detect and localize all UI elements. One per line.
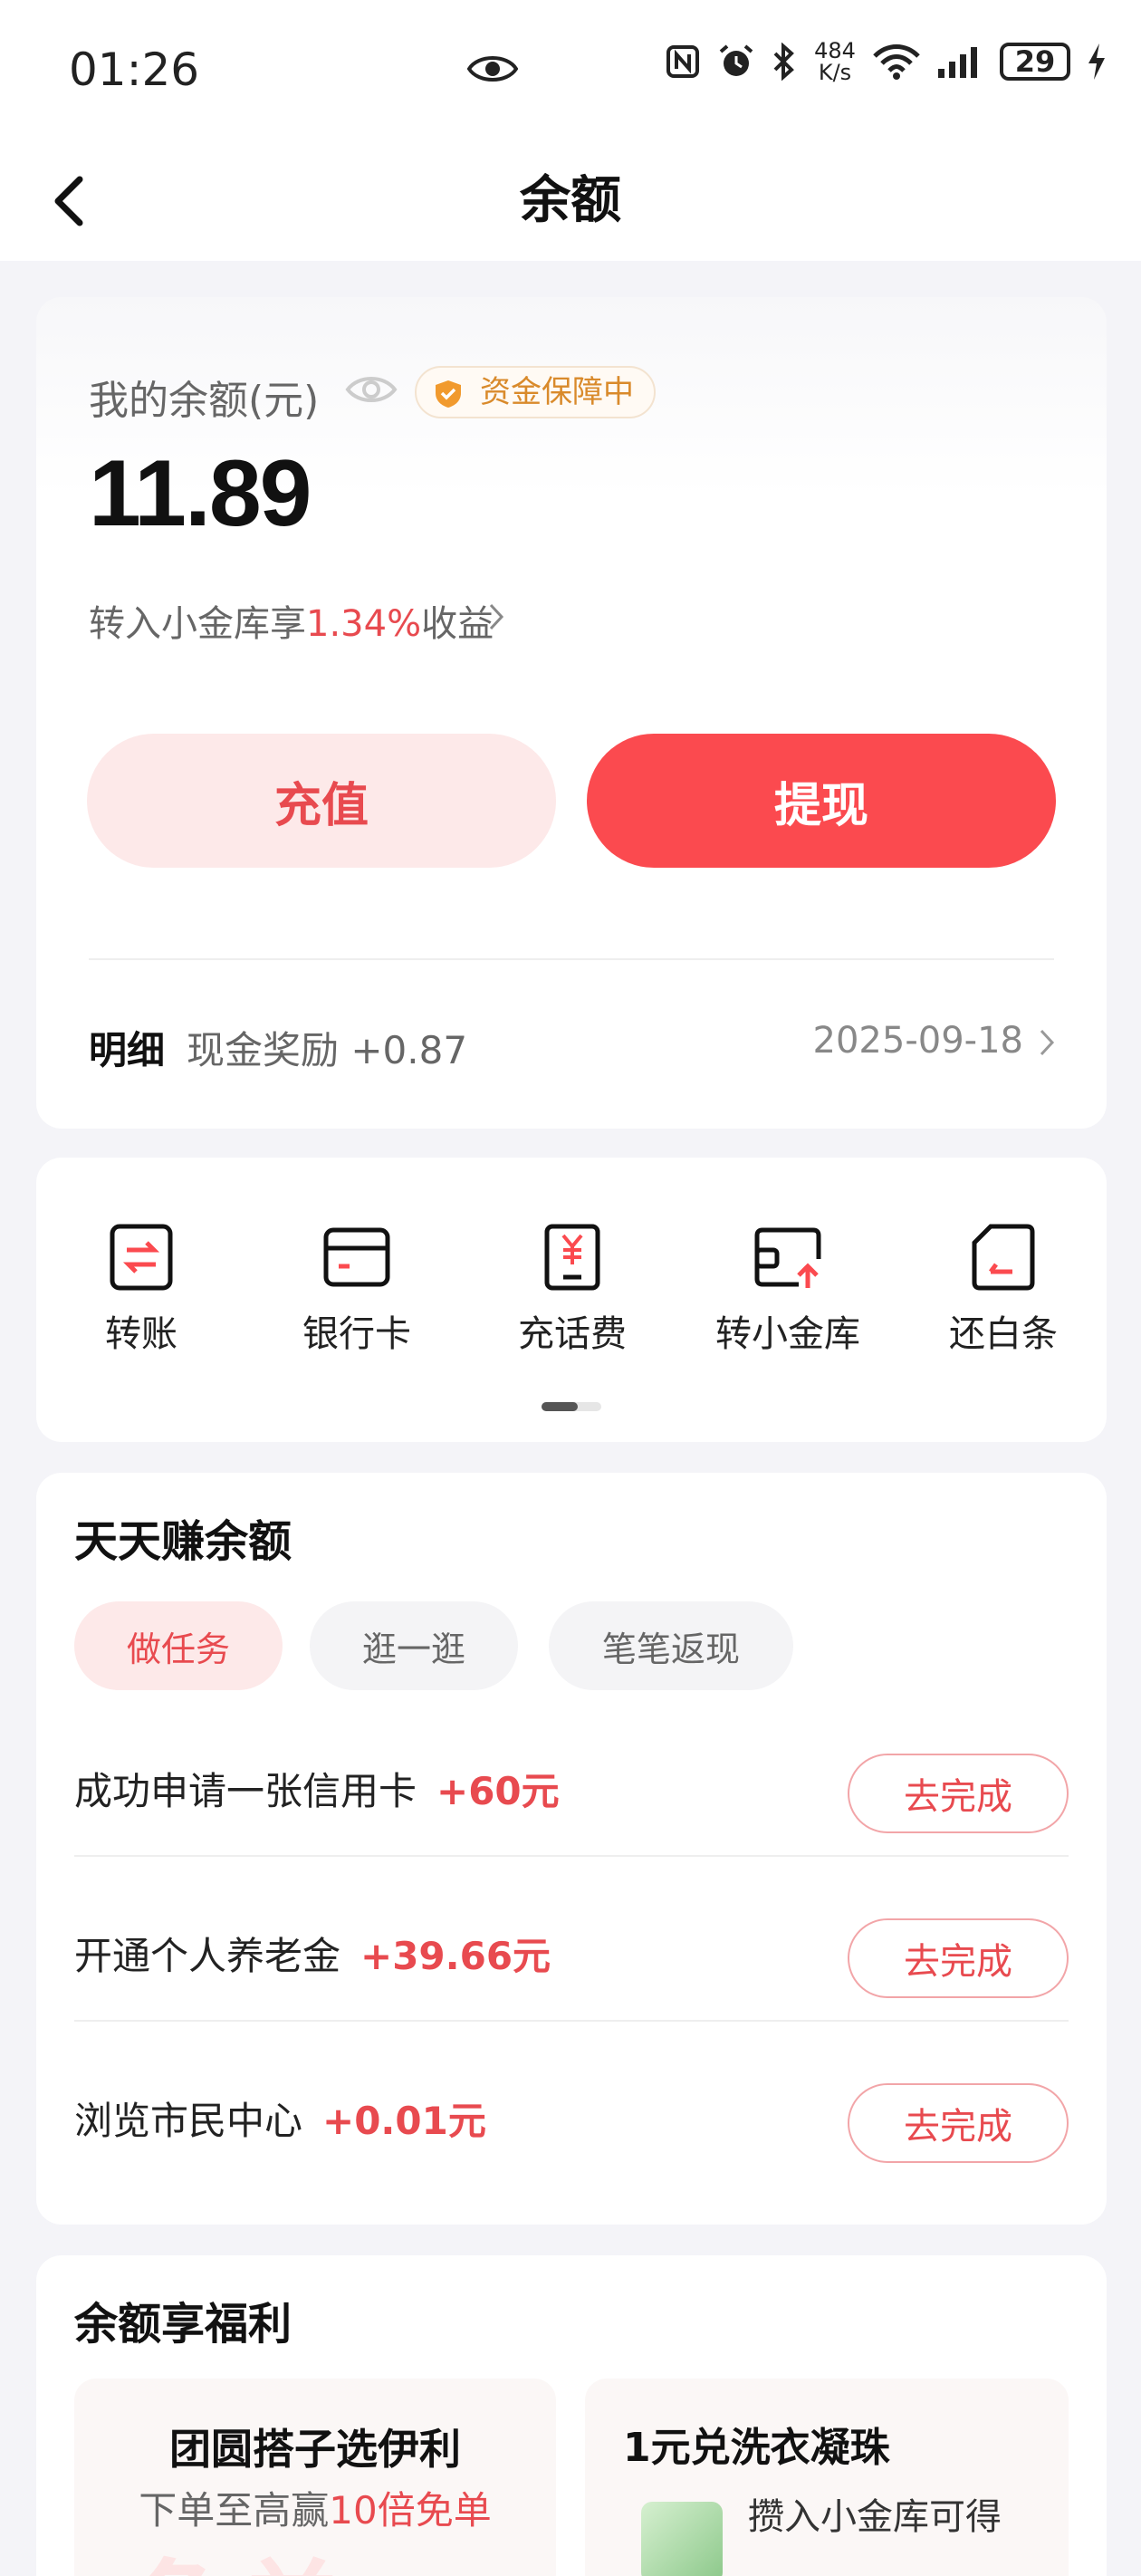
status-bar: 01:26 484 K/s 29	[0, 0, 1141, 145]
tile-title: 1元兑洗衣凝珠	[623, 2425, 890, 2471]
quick-action-vault-transfer[interactable]: 转小金库	[697, 1223, 878, 1357]
wifi-icon	[873, 44, 920, 80]
balance-card: 我的余额(元) 资金保障中 11.89 转入小金库享1.34%收益 充值 提现 …	[36, 297, 1107, 1129]
nav-bar: 余额	[0, 145, 1141, 261]
task-row: 浏览市民中心 +0.01元 去完成	[74, 2047, 1069, 2210]
tile-subtitle: 下单至高赢	[139, 2488, 330, 2533]
net-speed: 484 K/s	[814, 38, 856, 85]
recharge-button[interactable]: 充值	[87, 734, 556, 868]
tile-title: 团圆搭子选伊利	[169, 2425, 461, 2474]
alarm-icon	[719, 44, 753, 76]
tab-cashback[interactable]: 笔笔返现	[549, 1601, 793, 1690]
complete-task-button[interactable]: 去完成	[848, 1918, 1069, 1998]
bank-card-icon	[323, 1227, 390, 1287]
complete-task-button[interactable]: 去完成	[848, 1754, 1069, 1833]
promo-prefix: 转入小金库享	[89, 603, 306, 645]
welfare-tile-laundry[interactable]: 1元兑洗衣凝珠 攒入小金库可得	[585, 2379, 1069, 2576]
transfer-icon	[110, 1224, 173, 1291]
task-reward: +0.01元	[322, 2099, 486, 2143]
repay-icon	[972, 1224, 1035, 1291]
status-icons: 484 K/s 29	[665, 40, 1107, 83]
task-reward: +60元	[436, 1769, 560, 1813]
status-time: 01:26	[69, 43, 200, 96]
tab-browse[interactable]: 逛一逛	[310, 1601, 518, 1690]
tile-subtitle-highlight: 10倍免单	[329, 2488, 492, 2533]
divider	[74, 2020, 1069, 2022]
balance-label: 我的余额(元)	[89, 378, 320, 424]
chevron-right-icon[interactable]	[1038, 1027, 1056, 1058]
complete-task-button[interactable]: 去完成	[848, 2083, 1069, 2163]
tab-do-tasks[interactable]: 做任务	[74, 1601, 283, 1690]
task-title: 浏览市民中心	[74, 2099, 303, 2143]
balance-amount: 11.89	[89, 441, 312, 546]
phone-bill-icon	[544, 1224, 600, 1291]
divider	[74, 1855, 1069, 1857]
divider	[89, 958, 1054, 960]
task-title: 成功申请一张信用卡	[74, 1769, 417, 1813]
promo-suffix: 收益	[421, 603, 494, 645]
signal-icon	[938, 47, 977, 78]
battery-indicator: 29	[1000, 43, 1070, 81]
guarantee-text: 资金保障中	[480, 374, 634, 410]
page-indicator	[542, 1402, 601, 1411]
promo-rate: 1.34%	[306, 603, 422, 645]
bluetooth-icon	[773, 43, 794, 81]
detail-label[interactable]: 明细	[89, 1020, 165, 1075]
withdraw-button[interactable]: 提现	[587, 734, 1056, 868]
welfare-tile-yili[interactable]: 免单 团圆搭子选伊利 下单至高赢10倍免单	[74, 2379, 556, 2576]
welfare-section-title: 余额享福利	[74, 2299, 292, 2350]
quick-action-transfer[interactable]: 转账	[51, 1223, 232, 1357]
shield-icon	[436, 380, 461, 408]
quick-actions-card: 转账 银行卡 充话费 转小金库 还白条	[36, 1158, 1107, 1442]
eye-toggle-icon[interactable]	[344, 371, 398, 408]
earn-balance-card: 天天赚余额 做任务 逛一逛 笔笔返现 成功申请一张信用卡 +60元 去完成 开通个…	[36, 1473, 1107, 2225]
vault-promo[interactable]: 转入小金库享1.34%收益	[89, 594, 494, 647]
quick-action-phone-bill[interactable]: 充话费	[482, 1223, 663, 1357]
task-title: 开通个人养老金	[74, 1934, 341, 1978]
nfc-icon	[666, 45, 699, 78]
vault-transfer-icon	[754, 1227, 821, 1288]
quick-action-repay[interactable]: 还白条	[913, 1223, 1094, 1357]
product-image	[641, 2502, 723, 2576]
latest-transaction[interactable]: 现金奖励 +0.87	[187, 1020, 467, 1075]
chevron-right-icon	[489, 603, 504, 630]
fund-guarantee-badge[interactable]: 资金保障中	[415, 366, 656, 418]
welfare-card: 余额享福利 免单 团圆搭子选伊利 下单至高赢10倍免单 1元兑洗衣凝珠 攒入小金…	[36, 2255, 1107, 2576]
tile-subtitle: 攒入小金库可得	[748, 2496, 1002, 2538]
latest-transaction-date[interactable]: 2025-09-18	[813, 1020, 1023, 1062]
quick-action-bank-card[interactable]: 银行卡	[266, 1223, 447, 1357]
earn-section-title: 天天赚余额	[74, 1516, 292, 1567]
page-title: 余额	[520, 171, 621, 230]
charging-icon	[1088, 43, 1105, 80]
task-reward: +39.66元	[360, 1934, 551, 1978]
eye-icon	[467, 56, 518, 82]
